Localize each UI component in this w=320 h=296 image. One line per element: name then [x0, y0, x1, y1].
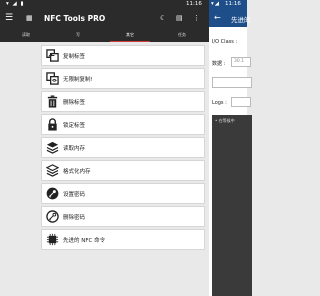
other-actions-list: 复制标签 无限制复制! 删除标签 锁定标签 读取内存 格式化内存 设置密码 删除…	[41, 45, 205, 252]
data-input[interactable]: 30.1	[231, 57, 251, 67]
list-item-unlimited-copy[interactable]: 无限制复制!	[41, 68, 205, 89]
unlimited-copy-icon	[46, 72, 59, 85]
calendar-icon[interactable]: ▦	[26, 14, 33, 22]
tab-bar: 读取 写 其它 任务	[0, 29, 209, 42]
list-item-label: 设置密码	[63, 192, 86, 198]
logs-field[interactable]	[231, 97, 251, 107]
list-item-set-password[interactable]: 设置密码	[41, 183, 205, 204]
list-item-remove-password[interactable]: 删除密码	[41, 206, 205, 227]
tab-write[interactable]: 写	[52, 29, 104, 42]
copy-tag-icon	[46, 49, 59, 62]
sd-card-icon[interactable]: ▤	[176, 14, 183, 22]
list-item-lock-tag[interactable]: 锁定标签	[41, 114, 205, 135]
list-item-advanced-nfc[interactable]: 先进的 NFC 命令	[41, 229, 205, 250]
remove-key-icon	[46, 210, 59, 223]
format-layers-icon	[46, 164, 59, 177]
layers-icon	[46, 141, 59, 154]
tab-read-label: 读取	[22, 32, 30, 37]
back-arrow-icon[interactable]: ←	[214, 13, 221, 22]
tab-tasks-label: 任务	[178, 32, 186, 37]
more-options-icon[interactable]: ⋮	[193, 14, 200, 22]
tab-active-indicator	[110, 40, 150, 42]
list-item-label: 格式化内存	[63, 169, 91, 175]
list-item-label: 先进的 NFC 命令	[63, 238, 106, 244]
tab-tasks[interactable]: 任务	[156, 29, 208, 42]
signal-icons-right: ▾◢	[211, 1, 220, 7]
trash-icon	[47, 95, 58, 108]
list-item-read-memory[interactable]: 读取内存	[41, 137, 205, 158]
status-bar-left: ▾ ◢ ▮ 11:16	[0, 0, 209, 9]
tab-other[interactable]: 其它	[104, 29, 156, 42]
nfc-icon[interactable]: ☾	[160, 14, 166, 22]
app-title: NFC Tools PRO	[44, 14, 106, 23]
tab-write-label: 写	[76, 32, 80, 37]
status-time-right: 11:16	[225, 1, 241, 7]
list-item-label: 读取内存	[63, 146, 86, 152]
list-item-label: 无限制复制!	[63, 77, 93, 83]
advanced-title: 先进的	[231, 16, 251, 24]
list-item-format-memory[interactable]: 格式化内存	[41, 160, 205, 181]
list-item-erase-tag[interactable]: 删除标签	[41, 91, 205, 112]
data-label: 数据 :	[212, 61, 226, 67]
signal-icons: ▾ ◢ ▮	[6, 1, 25, 7]
list-item-label: 删除标签	[63, 100, 86, 106]
list-item-copy-tag[interactable]: 复制标签	[41, 45, 205, 66]
status-bar-right: ▾◢ 11:16	[209, 0, 247, 9]
list-item-label: 复制标签	[63, 54, 86, 60]
list-item-label: 删除密码	[63, 215, 86, 221]
tab-read[interactable]: 读取	[0, 29, 52, 42]
key-icon	[46, 187, 59, 200]
log-line: • 在等候中	[215, 118, 235, 123]
lock-icon	[48, 118, 57, 131]
advanced-app-bar: ← 先进的	[209, 9, 251, 27]
io-class-label: I/O Class :	[212, 39, 238, 45]
advanced-nfc-window: ← 先进的 I/O Class : 数据 : 30.1 Logs : • 在等候…	[209, 9, 252, 296]
app-bar: ☰ ▦ NFC Tools PRO ☾ ▤ ⋮	[0, 9, 209, 29]
tab-other-label: 其它	[126, 32, 134, 37]
menu-icon[interactable]: ☰	[5, 13, 13, 23]
nfc-tools-window: ☰ ▦ NFC Tools PRO ☾ ▤ ⋮ 读取 写 其它 任务 复制标签	[0, 9, 209, 296]
logs-label: Logs :	[212, 100, 227, 106]
chip-icon	[46, 233, 59, 246]
list-item-label: 锁定标签	[63, 123, 86, 129]
status-time-left: 11:16	[186, 1, 202, 7]
data-input-placeholder: 30.1	[234, 59, 245, 64]
status-bar: ▾ ◢ ▮ 11:16 ▾◢ 11:16	[0, 0, 247, 9]
log-output: • 在等候中	[212, 115, 252, 296]
command-input[interactable]	[212, 77, 252, 88]
